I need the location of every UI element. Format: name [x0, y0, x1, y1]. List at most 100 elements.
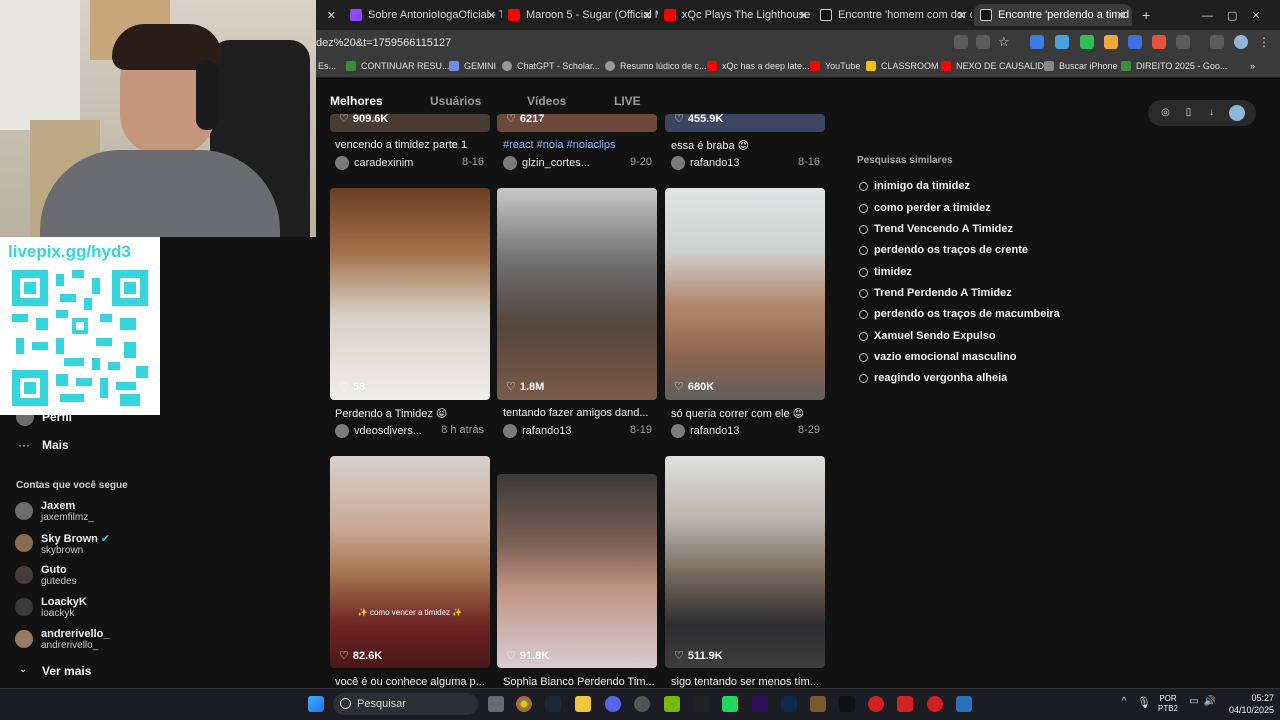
video-thumbnail[interactable] — [330, 188, 490, 400]
browser-tab[interactable]: Maroon 5 - Sugar (Official Mu ✕ — [502, 4, 658, 26]
new-tab-button[interactable]: + — [1136, 4, 1152, 26]
tray-chevron-icon[interactable]: ^ — [1116, 696, 1132, 712]
bookmark-item[interactable]: GEMINI — [449, 61, 496, 71]
extension-icon[interactable] — [1152, 35, 1166, 49]
network-icon[interactable]: ▭ — [1186, 696, 1202, 712]
bookmark-item[interactable]: YouTube — [810, 61, 860, 71]
close-tab-icon[interactable]: ✕ — [957, 9, 966, 22]
extension-icon[interactable] — [1104, 35, 1118, 49]
language-indicator[interactable]: POR PTB2 — [1158, 694, 1178, 714]
media-icon[interactable] — [1210, 35, 1224, 49]
capcut-icon[interactable] — [839, 696, 855, 712]
video-title[interactable]: #react #noia #noiaclips — [503, 139, 663, 151]
bookmark-item[interactable]: Buscar iPhone — [1044, 61, 1118, 71]
photoshop-icon[interactable] — [781, 696, 797, 712]
extension-icon[interactable] — [1128, 35, 1142, 49]
obs-icon[interactable] — [634, 696, 650, 712]
account-name[interactable]: Jaxem — [41, 500, 75, 512]
app-icon[interactable] — [868, 696, 884, 712]
account-name[interactable]: Sky Brown ✔ — [41, 532, 110, 545]
video-author[interactable]: caradexinim — [335, 156, 413, 170]
account-name[interactable]: Guto — [41, 564, 67, 576]
translate-icon[interactable] — [976, 35, 990, 49]
video-thumbnail[interactable] — [497, 188, 657, 400]
video-author[interactable]: vdeosdivers... — [335, 424, 422, 438]
avatar[interactable] — [15, 566, 33, 584]
menu-kebab-icon[interactable]: ⋮ — [1258, 35, 1272, 49]
app-icon[interactable] — [722, 696, 738, 712]
close-tab-icon[interactable]: ✕ — [487, 9, 496, 22]
video-thumbnail[interactable] — [665, 456, 825, 668]
steam-icon[interactable] — [545, 696, 561, 712]
install-icon[interactable] — [954, 35, 968, 49]
volume-icon[interactable]: 🔊 — [1202, 696, 1218, 712]
extension-icon[interactable] — [1055, 35, 1069, 49]
video-title[interactable]: Sophia Bianco Perdendo Tim... — [503, 676, 663, 688]
close-tab-icon[interactable]: ✕ — [322, 4, 336, 26]
app-icon[interactable] — [897, 696, 913, 712]
video-title[interactable]: vencendo a timidez parte 1 — [335, 139, 495, 151]
video-author[interactable]: rafando13 — [671, 424, 740, 438]
similar-search-item[interactable]: Xamuel Sendo Expulso — [859, 330, 996, 342]
puzzle-icon[interactable] — [1176, 35, 1190, 49]
close-tab-icon[interactable]: ✕ — [1117, 9, 1126, 22]
video-thumbnail[interactable] — [665, 188, 825, 400]
chrome-icon[interactable] — [516, 696, 532, 712]
nvidia-icon[interactable] — [664, 696, 680, 712]
coin-icon[interactable]: ◎ — [1160, 107, 1172, 119]
tab-live[interactable]: LIVE — [614, 94, 641, 108]
discord-icon[interactable] — [605, 696, 621, 712]
avatar[interactable] — [15, 502, 33, 520]
browser-tab-active[interactable]: Encontre 'perdendo a timid ✕ — [974, 4, 1132, 26]
bookmark-item[interactable]: DIREITO 2025 - Goo... — [1121, 61, 1227, 71]
similar-search-item[interactable]: timidez — [859, 266, 912, 278]
video-title[interactable]: sigo tentando ser menos tím... — [671, 676, 831, 688]
bookmark-item[interactable]: Es... — [318, 61, 336, 71]
steam-icon[interactable] — [956, 696, 972, 712]
task-view-icon[interactable] — [488, 696, 504, 712]
taskbar-search[interactable]: Pesquisar — [333, 693, 478, 715]
bookmarks-overflow-icon[interactable]: » — [1250, 61, 1255, 71]
video-thumbnail[interactable] — [330, 456, 490, 668]
account-name[interactable]: LoackyK — [41, 596, 87, 608]
video-title[interactable]: só queria correr com ele 😡 — [671, 407, 831, 420]
browser-tab[interactable]: Encontre 'homem com dor de (✕ — [814, 4, 972, 26]
avatar[interactable] — [15, 598, 33, 616]
extension-icon[interactable] — [1030, 35, 1044, 49]
chevron-down-icon[interactable]: ⌄ — [19, 664, 27, 675]
similar-search-item[interactable]: perdendo os traços de crente — [859, 244, 1028, 256]
profile-avatar[interactable] — [1228, 105, 1245, 121]
bookmark-star-icon[interactable]: ☆ — [998, 35, 1012, 49]
tab-melhores[interactable]: Melhores — [330, 94, 383, 108]
similar-search-item[interactable]: como perder a timidez — [859, 202, 991, 214]
similar-search-item[interactable]: inimigo da timidez — [859, 180, 970, 192]
window-controls[interactable]: —▢✕ — [1196, 4, 1276, 26]
similar-search-item[interactable]: vazio emocional masculino — [859, 351, 1016, 363]
similar-search-item[interactable]: Trend Vencendo A Timidez — [859, 223, 1013, 235]
premiere-icon[interactable] — [752, 696, 768, 712]
video-author[interactable]: rafando13 — [671, 156, 740, 170]
video-title[interactable]: você é ou conhece alguma p... — [335, 676, 495, 688]
app-icon[interactable] — [693, 696, 709, 712]
similar-search-item[interactable]: reagindo vergonha alheia — [859, 372, 1007, 384]
profile-avatar[interactable] — [1234, 35, 1248, 49]
video-author[interactable]: glzin_cortes... — [503, 156, 590, 170]
video-title[interactable]: essa é braba 😡 — [671, 139, 831, 152]
similar-search-item[interactable]: Trend Perdendo A Timidez — [859, 287, 1012, 299]
tab-usuarios[interactable]: Usuários — [430, 94, 481, 108]
bookmark-item[interactable]: NEXO DE CAUSALID... — [941, 61, 1052, 71]
microphone-icon[interactable]: 🎙 — [1136, 696, 1152, 712]
browser-tab[interactable]: xQc Plays The Lighthouse - You✕ — [658, 4, 814, 26]
bookmark-item[interactable]: xQc has a deep late... — [707, 61, 810, 71]
system-clock[interactable]: 05:27 04/10/2025 — [1222, 692, 1274, 716]
account-name[interactable]: andrerivello_ — [41, 628, 109, 640]
tab-videos[interactable]: Vídeos — [527, 94, 566, 108]
bookmark-item[interactable]: CONTINUAR RESU... — [346, 61, 450, 71]
see-more-button[interactable]: Ver mais — [42, 664, 91, 678]
close-tab-icon[interactable]: ✕ — [643, 9, 652, 22]
app-icon[interactable] — [927, 696, 943, 712]
avatar[interactable] — [15, 534, 33, 552]
video-title[interactable]: Perdendo a Timidez 😝 — [335, 407, 495, 420]
avatar[interactable] — [15, 630, 33, 648]
bookmark-item[interactable]: Resumo lúdico de c... — [605, 61, 707, 71]
